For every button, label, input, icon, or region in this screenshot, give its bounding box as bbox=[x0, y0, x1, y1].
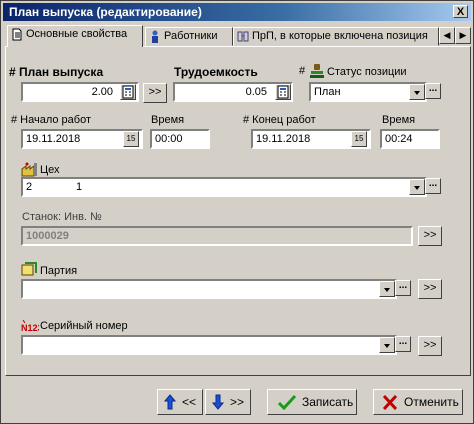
shop-name: 1 bbox=[76, 181, 83, 193]
machine-label: Станок: Инв. № bbox=[22, 211, 102, 223]
status-label-hash: # bbox=[299, 65, 306, 77]
save-label: Записать bbox=[302, 395, 354, 409]
shop-select[interactable]: 2 1 bbox=[21, 177, 427, 197]
shop-code: 2 bbox=[26, 181, 33, 193]
window-title: План выпуска (редактирование) bbox=[9, 5, 202, 19]
start-time-input[interactable]: 00:00 bbox=[150, 129, 210, 149]
cancel-label: Отменить bbox=[404, 395, 459, 409]
worker-icon bbox=[152, 30, 158, 43]
arrow-up-icon bbox=[164, 394, 176, 410]
status-label: Статус позиции bbox=[327, 66, 407, 78]
end-time-label: Время bbox=[382, 114, 416, 126]
labor-label: Трудоемкость bbox=[174, 65, 258, 79]
calculator-icon[interactable] bbox=[275, 84, 291, 100]
serial-goto-button[interactable]: >> bbox=[418, 336, 442, 356]
save-button[interactable]: Записать bbox=[267, 389, 357, 415]
serial-select[interactable] bbox=[21, 335, 397, 355]
batch-goto-button[interactable]: >> bbox=[418, 279, 442, 299]
link-icon bbox=[237, 31, 249, 42]
plan-label: # План выпуска bbox=[9, 65, 104, 79]
dialog-window: План выпуска (редактирование) X Основные… bbox=[0, 0, 474, 424]
tab-main-properties[interactable]: Основные свойства bbox=[7, 25, 143, 47]
start-time-label: Время bbox=[151, 114, 185, 126]
previous-record-button[interactable]: << bbox=[157, 389, 203, 415]
serial-more-button[interactable]: ... bbox=[395, 336, 411, 352]
document-icon bbox=[12, 28, 22, 41]
batch-icon bbox=[21, 262, 37, 276]
tab-label: Работники bbox=[164, 30, 218, 42]
cancel-button[interactable]: Отменить bbox=[373, 389, 463, 415]
title-bar[interactable]: План выпуска (редактирование) X bbox=[3, 3, 471, 21]
previous-label: << bbox=[182, 395, 197, 409]
next-label: >> bbox=[230, 395, 245, 409]
machine-input: 1000029 bbox=[21, 226, 413, 246]
batch-label: Партия bbox=[40, 265, 78, 277]
calendar-icon[interactable]: 15 bbox=[123, 131, 139, 147]
arrow-down-icon bbox=[212, 394, 224, 410]
shop-label: Цех bbox=[40, 164, 60, 176]
tab-workers[interactable]: Работники bbox=[145, 27, 233, 46]
batch-dropdown-arrow[interactable] bbox=[379, 281, 395, 297]
tab-label: Основные свойства bbox=[26, 28, 128, 40]
serial-label: Серийный номер bbox=[40, 320, 128, 332]
start-label: # Начало работ bbox=[11, 114, 92, 126]
next-record-button[interactable]: >> bbox=[205, 389, 251, 415]
shop-more-button[interactable]: ... bbox=[425, 178, 441, 194]
tab-scroll-right-button[interactable]: ▶ bbox=[455, 27, 471, 44]
batch-more-button[interactable]: ... bbox=[395, 280, 411, 296]
tab-strip: Основные свойства Работники ПрП, в котор… bbox=[5, 25, 471, 47]
plan-goto-button[interactable]: >> bbox=[143, 83, 167, 103]
factory-icon bbox=[21, 162, 37, 177]
tab-scroll-left-button[interactable]: ◀ bbox=[439, 27, 455, 44]
serial-dropdown-arrow[interactable] bbox=[379, 337, 395, 353]
svg-text:N123: N123 bbox=[21, 323, 39, 333]
serial-number-icon: N123 bbox=[21, 319, 39, 333]
cancel-x-icon bbox=[382, 395, 398, 410]
batch-select[interactable] bbox=[21, 279, 397, 299]
status-dropdown-arrow[interactable] bbox=[409, 84, 425, 100]
checkmark-icon bbox=[278, 394, 296, 410]
calculator-icon[interactable] bbox=[120, 84, 136, 100]
tab-label: ПрП, в которые включена позиция bbox=[252, 30, 428, 42]
close-button[interactable]: X bbox=[453, 5, 468, 18]
status-stamp-icon bbox=[310, 64, 324, 78]
end-time-input[interactable]: 00:24 bbox=[380, 129, 440, 149]
tab-related-plans[interactable]: ПрП, в которые включена позиция bbox=[233, 27, 439, 46]
end-label: # Конец работ bbox=[243, 114, 316, 126]
calendar-icon[interactable]: 15 bbox=[351, 131, 367, 147]
status-more-button[interactable]: ... bbox=[425, 83, 441, 99]
shop-dropdown-arrow[interactable] bbox=[409, 179, 425, 195]
machine-goto-button[interactable]: >> bbox=[418, 226, 442, 246]
